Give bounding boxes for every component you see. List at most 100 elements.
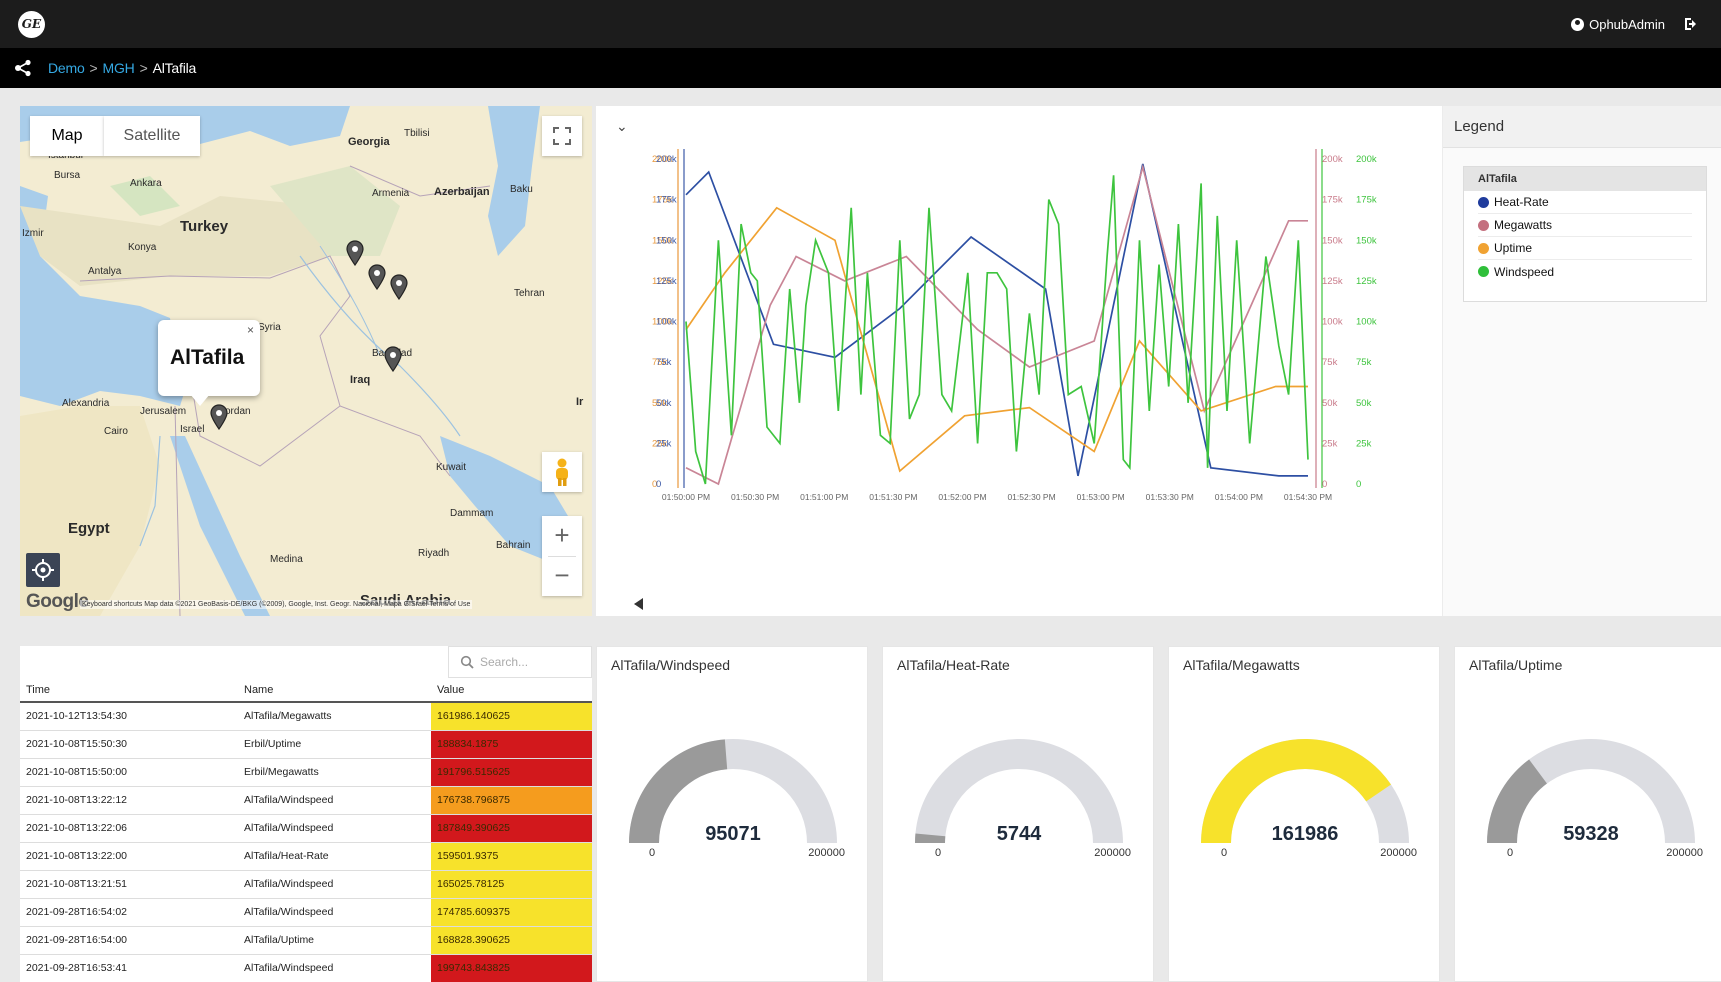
column-header-time[interactable]: Time bbox=[20, 678, 238, 703]
map-type-map-tab[interactable]: Map bbox=[30, 116, 104, 156]
user-icon bbox=[1571, 18, 1585, 31]
map-marker-icon[interactable] bbox=[210, 404, 228, 430]
place-label: Dammam bbox=[450, 508, 494, 519]
legend-label: Uptime bbox=[1494, 241, 1533, 255]
cell-time: 2021-10-08T13:22:06 bbox=[20, 814, 238, 843]
share-icon[interactable] bbox=[14, 59, 32, 77]
cell-name: AlTafila/Uptime bbox=[238, 926, 431, 955]
info-window-tail bbox=[190, 394, 210, 406]
search-icon bbox=[460, 655, 474, 669]
breadcrumb-separator: > bbox=[139, 60, 148, 76]
table-row[interactable]: 2021-10-12T13:54:30 AlTafila/Megawatts 161… bbox=[20, 702, 592, 731]
crosshair-icon bbox=[32, 559, 54, 581]
cell-name: Erbil/Megawatts bbox=[238, 758, 431, 787]
search-input[interactable]: Search... bbox=[448, 646, 592, 678]
table-row[interactable]: 2021-09-28T16:54:02 AlTafila/Windspeed 174… bbox=[20, 898, 592, 927]
gauge-max: 200000 bbox=[1666, 847, 1703, 859]
logout-icon[interactable] bbox=[1683, 16, 1699, 32]
trend-chart[interactable]: 00 0 025k25k 25k 25k50k50k 50k 50k75k75k 75k 75k… bbox=[596, 106, 1442, 616]
table-row[interactable]: 2021-10-08T15:50:00 Erbil/Megawatts 191796… bbox=[20, 758, 592, 787]
map-marker-icon[interactable] bbox=[390, 274, 408, 300]
y-tick-label: 150k bbox=[1322, 235, 1343, 246]
table-row[interactable]: 2021-09-28T16:53:41 AlTafila/Windspeed 199… bbox=[20, 954, 592, 982]
cell-name: AlTafila/Windspeed bbox=[238, 870, 431, 899]
cell-value: 176738.796875 bbox=[431, 786, 592, 815]
gauge-panel[interactable]: AlTafila/Windspeed 95071 0 200000 bbox=[596, 646, 868, 982]
pegman-icon bbox=[556, 458, 568, 486]
table-row[interactable]: 2021-10-08T13:22:06 AlTafila/Windspeed 187… bbox=[20, 814, 592, 843]
map-attribution[interactable]: Keyboard shortcuts Map data ©2021 GeoBas… bbox=[80, 600, 473, 609]
gauge-dial bbox=[1487, 739, 1695, 843]
zoom-control: + − bbox=[542, 516, 582, 596]
place-label: Armenia bbox=[372, 188, 410, 199]
gauge-max: 200000 bbox=[1380, 847, 1417, 859]
street-view-button[interactable] bbox=[542, 452, 582, 492]
user-menu[interactable]: OphubAdmin bbox=[1571, 17, 1665, 32]
map-info-window: × AlTafila bbox=[158, 320, 260, 396]
scroll-left-icon[interactable] bbox=[634, 598, 643, 610]
x-tick-label: 01:53:00 PM bbox=[1077, 492, 1125, 502]
breadcrumb: Demo > MGH > AlTafila bbox=[48, 60, 196, 76]
breadcrumb-demo[interactable]: Demo bbox=[48, 60, 85, 76]
legend-item-megawatts[interactable]: Megawatts bbox=[1478, 214, 1692, 237]
x-tick-label: 01:52:00 PM bbox=[938, 492, 986, 502]
breadcrumb-current: AlTafila bbox=[152, 60, 197, 76]
fullscreen-button[interactable] bbox=[542, 116, 582, 156]
column-header-value[interactable]: Value bbox=[431, 678, 592, 703]
table-header-row: Time Name Value bbox=[20, 678, 592, 703]
y-tick-label: 100k bbox=[1322, 317, 1343, 328]
y-tick-label: 100k bbox=[656, 317, 677, 328]
y-tick-label: 25k bbox=[1322, 438, 1338, 449]
breadcrumb-mgh[interactable]: MGH bbox=[103, 60, 135, 76]
gauge-panel[interactable]: AlTafila/Uptime 59328 0 200000 bbox=[1454, 646, 1721, 982]
gauge-min: 0 bbox=[1221, 847, 1228, 859]
y-tick-label: 75k bbox=[1356, 357, 1372, 368]
my-location-button[interactable] bbox=[26, 553, 60, 587]
y-tick-label: 0 bbox=[1322, 479, 1327, 490]
place-label: Ir bbox=[576, 396, 584, 408]
gauge-max: 200000 bbox=[1094, 847, 1131, 859]
place-label: Bahrain bbox=[496, 540, 531, 551]
map-marker-icon[interactable] bbox=[368, 264, 386, 290]
trend-chart-panel: ⌄ 0 0 0 0 25k 25k 25k 25k 50k 50k 50k 50k 75k 75k 75k 7… bbox=[596, 106, 1442, 616]
table-row[interactable]: 2021-10-08T13:22:12 AlTafila/Windspeed 176… bbox=[20, 786, 592, 815]
table-row[interactable]: 2021-10-08T15:50:30 Erbil/Uptime 188834.18… bbox=[20, 730, 592, 759]
y-tick-label: 75k bbox=[656, 357, 672, 368]
gauge-value: 59328 bbox=[1563, 823, 1619, 845]
y-tick-label: 125k bbox=[656, 276, 677, 287]
gauge-dial bbox=[915, 739, 1123, 843]
table-row[interactable]: 2021-10-08T13:22:00 AlTafila/Heat-Rate 159… bbox=[20, 842, 592, 871]
column-header-name[interactable]: Name bbox=[238, 678, 431, 703]
gauge-panel[interactable]: AlTafila/Megawatts 161986 0 200000 bbox=[1168, 646, 1440, 982]
close-icon[interactable]: × bbox=[247, 323, 254, 337]
gauge-dial bbox=[1201, 739, 1409, 843]
y-tick-label: 150k bbox=[1356, 235, 1377, 246]
series-line-megawatts bbox=[685, 163, 1308, 486]
legend-item-uptime[interactable]: Uptime bbox=[1478, 237, 1692, 260]
map-type-satellite-tab[interactable]: Satellite bbox=[104, 116, 200, 156]
cell-name: AlTafila/Windspeed bbox=[238, 954, 431, 982]
zoom-out-button[interactable]: − bbox=[542, 556, 582, 596]
map-marker-icon[interactable] bbox=[384, 346, 402, 372]
gauge-min: 0 bbox=[935, 847, 942, 859]
legend-box: AlTafila Heat-Rate Megawatts Uptime Wind… bbox=[1463, 166, 1707, 302]
info-window-title: AlTafila bbox=[170, 346, 245, 369]
table-row[interactable]: 2021-09-28T16:54:00 AlTafila/Uptime 168828… bbox=[20, 926, 592, 955]
zoom-in-button[interactable]: + bbox=[542, 516, 582, 556]
map-marker-icon[interactable] bbox=[346, 240, 364, 266]
gauge-value: 5744 bbox=[996, 823, 1042, 845]
ge-logo[interactable]: GE bbox=[18, 11, 45, 38]
legend-label: Heat-Rate bbox=[1494, 195, 1549, 209]
y-tick-label: 175k bbox=[1356, 195, 1377, 206]
cell-value: 188834.1875 bbox=[431, 730, 592, 759]
gauge-value: 161986 bbox=[1271, 823, 1339, 845]
place-label: Jerusalem bbox=[140, 406, 187, 417]
legend-item-windspeed[interactable]: Windspeed bbox=[1478, 260, 1692, 283]
table-row[interactable]: 2021-10-08T13:21:51 AlTafila/Windspeed 165… bbox=[20, 870, 592, 899]
legend-header: Legend bbox=[1443, 106, 1721, 148]
legend-item-heat-rate[interactable]: Heat-Rate bbox=[1478, 191, 1692, 214]
cell-time: 2021-10-08T13:22:12 bbox=[20, 786, 238, 815]
series-line-uptime bbox=[685, 206, 1308, 473]
gauge-panel[interactable]: AlTafila/Heat-Rate 5744 0 200000 bbox=[882, 646, 1154, 982]
map-panel[interactable]: Istanbul Bursa Ankara Turkey Izmir Konya… bbox=[20, 106, 592, 616]
